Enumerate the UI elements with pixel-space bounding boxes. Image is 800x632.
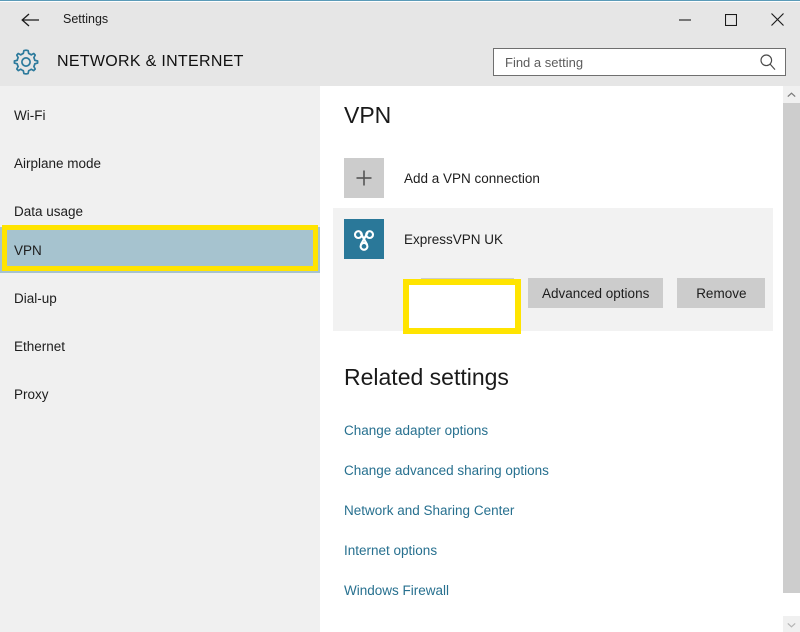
- vpn-connection-card[interactable]: ExpressVPN UK Connect Advanced options R…: [333, 208, 773, 331]
- sidebar-item-data-usage[interactable]: Data usage: [0, 195, 320, 227]
- minimize-icon: [679, 14, 691, 26]
- scrollbar-thumb[interactable]: [783, 103, 800, 593]
- settings-window: Settings: [0, 0, 800, 632]
- add-vpn-connection-button[interactable]: Add a VPN connection: [344, 158, 724, 198]
- sidebar-item-wi-fi[interactable]: Wi-Fi: [0, 99, 320, 131]
- sidebar-item-label: Wi-Fi: [0, 108, 45, 123]
- window-controls: [662, 2, 800, 37]
- close-icon: [771, 13, 784, 26]
- sidebar-item-vpn[interactable]: VPN: [0, 227, 320, 273]
- vpn-knot-icon: [344, 219, 384, 259]
- sidebar-item-airplane-mode[interactable]: Airplane mode: [0, 147, 320, 179]
- sidebar-item-ethernet[interactable]: Ethernet: [0, 330, 320, 362]
- link-change-adapter-options[interactable]: Change adapter options: [344, 423, 488, 438]
- link-change-advanced-sharing-options[interactable]: Change advanced sharing options: [344, 463, 549, 478]
- maximize-icon: [725, 14, 737, 26]
- page-title: NETWORK & INTERNET: [57, 37, 244, 86]
- vpn-section-title: VPN: [344, 102, 391, 129]
- scroll-down-button[interactable]: [783, 616, 800, 632]
- window-title: Settings: [63, 2, 108, 37]
- chevron-up-icon: [787, 92, 796, 98]
- gear-icon: [10, 46, 42, 78]
- sidebar-item-label: Airplane mode: [0, 156, 101, 171]
- close-button[interactable]: [754, 2, 800, 37]
- page-header: NETWORK & INTERNET: [0, 37, 800, 86]
- settings-content: VPN Add a VPN connection: [320, 86, 800, 632]
- search-icon[interactable]: [759, 53, 777, 71]
- link-network-and-sharing-center[interactable]: Network and Sharing Center: [344, 503, 514, 518]
- sidebar-item-label: Data usage: [0, 204, 83, 219]
- back-button[interactable]: [8, 2, 54, 37]
- vpn-connection-entry[interactable]: ExpressVPN UK: [344, 219, 503, 259]
- sidebar-item-proxy[interactable]: Proxy: [0, 378, 320, 410]
- related-settings-title: Related settings: [344, 364, 509, 391]
- settings-sidebar: Wi-Fi Airplane mode Data usage VPN Dial-…: [0, 86, 320, 632]
- connect-button[interactable]: Connect: [421, 278, 514, 308]
- scroll-up-button[interactable]: [783, 86, 800, 103]
- sidebar-item-dial-up[interactable]: Dial-up: [0, 282, 320, 314]
- content-scrollbar[interactable]: [783, 86, 800, 632]
- advanced-options-button[interactable]: Advanced options: [528, 278, 663, 308]
- minimize-button[interactable]: [662, 2, 708, 37]
- vpn-connection-name: ExpressVPN UK: [404, 232, 503, 247]
- search-box[interactable]: [493, 48, 786, 76]
- search-input[interactable]: [494, 49, 752, 75]
- link-internet-options[interactable]: Internet options: [344, 543, 437, 558]
- sidebar-item-label: VPN: [0, 243, 42, 258]
- chevron-down-icon: [787, 622, 796, 628]
- sidebar-item-label: Dial-up: [0, 291, 57, 306]
- sidebar-item-label: Ethernet: [0, 339, 65, 354]
- link-windows-firewall[interactable]: Windows Firewall: [344, 583, 449, 598]
- sidebar-item-label: Proxy: [0, 387, 49, 402]
- title-bar: Settings: [0, 2, 800, 37]
- remove-button[interactable]: Remove: [677, 278, 765, 308]
- vpn-action-buttons: Connect Advanced options Remove: [421, 278, 765, 308]
- plus-icon: [344, 158, 384, 198]
- back-arrow-icon: [20, 12, 42, 28]
- add-vpn-connection-label: Add a VPN connection: [404, 171, 540, 186]
- maximize-button[interactable]: [708, 2, 754, 37]
